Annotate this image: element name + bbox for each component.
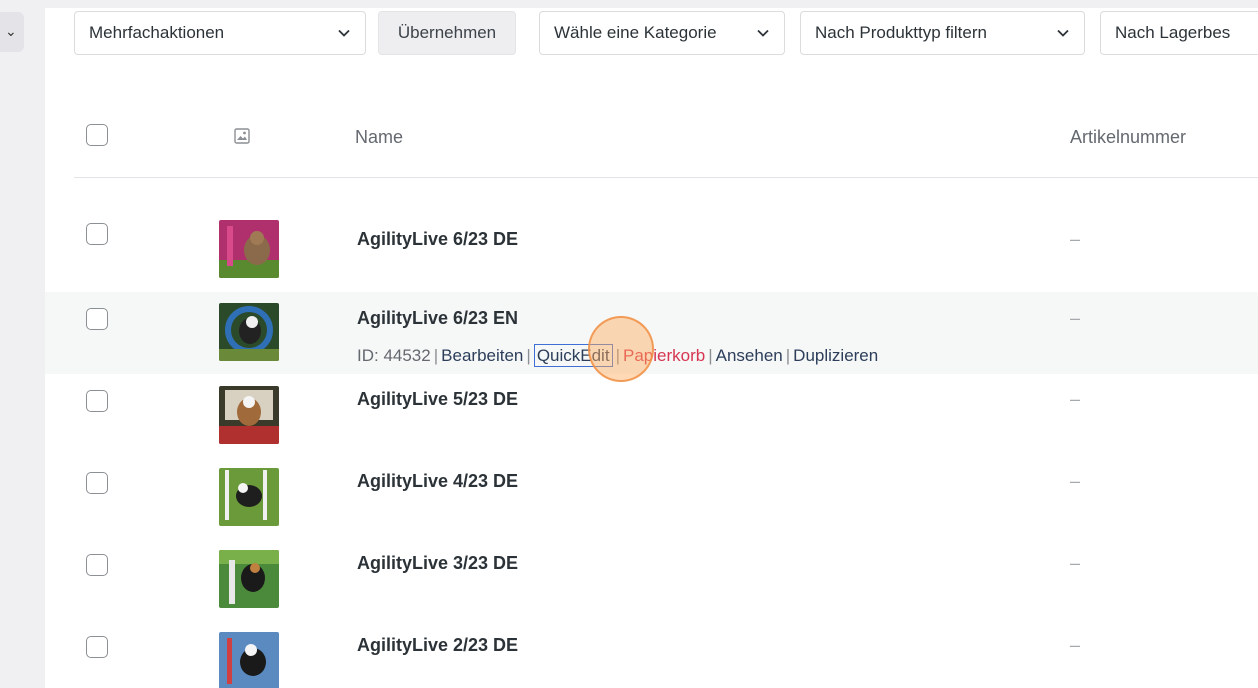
row-checkbox[interactable]	[86, 223, 108, 245]
admin-sidebar-edge: ⌄	[0, 0, 45, 688]
apply-button[interactable]: Übernehmen	[378, 11, 516, 55]
row-checkbox[interactable]	[86, 308, 108, 330]
stock-status-filter-value: Nach Lagerbes	[1115, 23, 1231, 42]
product-thumbnail[interactable]	[219, 468, 279, 526]
table-row: AgilityLive 5/23 DE –	[45, 374, 1258, 456]
row-checkbox[interactable]	[86, 554, 108, 576]
product-thumbnail[interactable]	[219, 632, 279, 688]
table-row: AgilityLive 2/23 DE –	[45, 620, 1258, 688]
product-name-link[interactable]: AgilityLive 3/23 DE	[357, 553, 518, 574]
column-header-name[interactable]: Name	[355, 127, 403, 148]
table-row: AgilityLive 4/23 DE –	[45, 456, 1258, 538]
stock-status-filter-select[interactable]: Nach Lagerbes	[1100, 11, 1258, 55]
duplicate-link[interactable]: Duplizieren	[793, 346, 878, 365]
table-header-divider	[74, 177, 1258, 178]
product-sku: –	[1070, 229, 1081, 249]
table-row: AgilityLive 6/23 DE –	[45, 210, 1258, 292]
product-name-link[interactable]: AgilityLive 2/23 DE	[357, 635, 518, 656]
category-filter-value: Wähle eine Kategorie	[554, 23, 717, 42]
row-checkbox[interactable]	[86, 390, 108, 412]
product-thumbnail[interactable]	[219, 550, 279, 608]
product-thumbnail[interactable]	[219, 303, 279, 361]
product-sku: –	[1070, 471, 1081, 491]
trash-link[interactable]: Papierkorb	[623, 346, 705, 365]
products-list-panel: Mehrfachaktionen Übernehmen Wähle eine K…	[45, 0, 1258, 688]
product-name-link[interactable]: AgilityLive 4/23 DE	[357, 471, 518, 492]
view-link[interactable]: Ansehen	[716, 346, 783, 365]
row-checkbox[interactable]	[86, 472, 108, 494]
product-type-filter-select[interactable]: Nach Produkttyp filtern	[800, 11, 1085, 55]
product-sku: –	[1070, 635, 1081, 655]
chevron-down-icon	[1057, 29, 1069, 37]
column-header-sku[interactable]: Artikelnummer	[1070, 127, 1186, 148]
sidebar-stub-glyph: ⌄	[5, 23, 17, 39]
product-sku: –	[1070, 389, 1081, 409]
product-id-text: ID: 44532	[357, 346, 431, 365]
category-filter-select[interactable]: Wähle eine Kategorie	[539, 11, 785, 55]
select-all-checkbox[interactable]	[86, 124, 108, 146]
row-actions: ID: 44532 | Bearbeiten | QuickEdit | Papierkor…	[357, 344, 879, 367]
product-type-filter-value: Nach Produkttyp filtern	[815, 23, 987, 42]
product-sku: –	[1070, 308, 1081, 328]
edit-link[interactable]: Bearbeiten	[441, 346, 523, 365]
image-icon	[234, 128, 250, 144]
chevron-down-icon	[338, 29, 350, 37]
row-checkbox[interactable]	[86, 636, 108, 658]
product-thumbnail[interactable]	[219, 386, 279, 444]
product-name-link[interactable]: AgilityLive 5/23 DE	[357, 389, 518, 410]
product-name-link[interactable]: AgilityLive 6/23 EN	[357, 308, 518, 329]
quickedit-link[interactable]: QuickEdit	[533, 344, 613, 367]
product-name-link[interactable]: AgilityLive 6/23 DE	[357, 229, 518, 250]
table-row: AgilityLive 3/23 DE –	[45, 538, 1258, 620]
bulk-actions-value: Mehrfachaktionen	[89, 23, 225, 42]
chevron-down-icon	[757, 29, 769, 37]
sidebar-collapse-stub[interactable]: ⌄	[0, 12, 24, 52]
product-thumbnail[interactable]	[219, 220, 279, 278]
bulk-actions-select[interactable]: Mehrfachaktionen	[74, 11, 366, 55]
product-sku: –	[1070, 553, 1081, 573]
